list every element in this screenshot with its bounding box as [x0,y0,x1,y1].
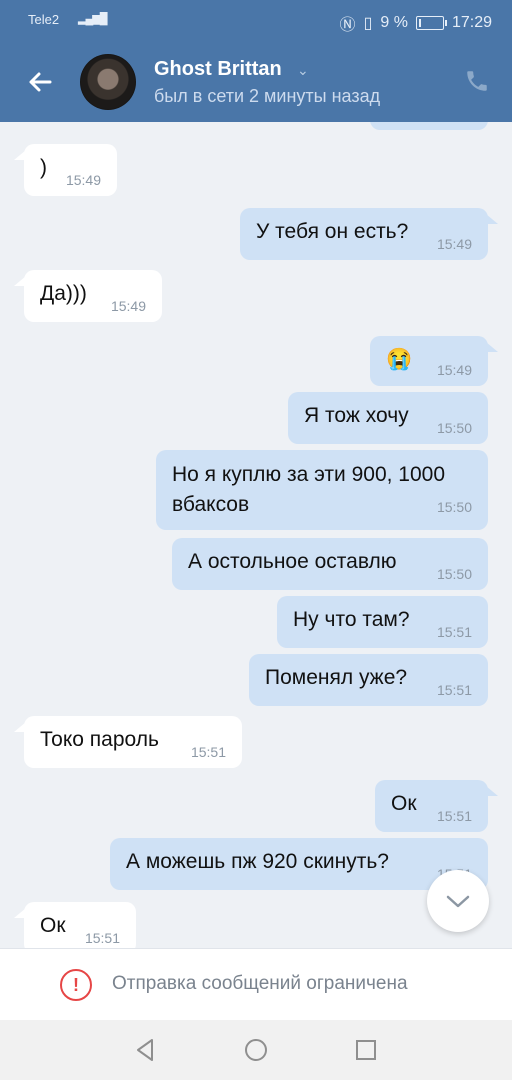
message-time: 15:50 [436,566,472,582]
last-seen-status: был в сети 2 минуты назад [154,86,381,106]
message-bubble[interactable]: Токо пароль 15:51 [14,716,242,768]
battery-icon [415,16,447,30]
message-time: 15:50 [436,420,472,436]
message-text: ) [40,156,47,179]
message-bubble[interactable]: 😭 15:49 [370,336,498,386]
warning-icon: ! [60,969,92,1001]
message-time: 15:49 [436,236,472,252]
restriction-text: Отправка сообщений ограничена [112,973,408,994]
message-text: Я тож хочу [304,404,409,427]
chevron-down-icon [446,895,470,908]
messaging-restricted-banner: ! Отправка сообщений ограничена [0,948,512,1021]
message-bubble[interactable]: Ок 15:51 [375,780,498,832]
message-list[interactable]: ) 15:49 У тебя он есть? 15:49 Да))) 15:4… [0,122,512,948]
message-text: Да))) [40,282,87,305]
chat-header: Ghost Brittan ⌄ был в сети 2 минуты наза… [0,40,512,122]
message-time: 15:49 [65,172,101,188]
message-time: 15:51 [436,624,472,640]
message-text: Поменял уже? [265,666,408,689]
message-bubble[interactable]: У тебя он есть? 15:49 [240,208,498,260]
message-text: Токо пароль [40,728,159,751]
crying-emoji: 😭 [386,348,413,371]
message-bubble[interactable]: А остольное оставлю 15:50 [172,538,488,590]
message-bubble[interactable]: Поменял уже? 15:51 [249,654,488,706]
signal-icon: ▂▄▆█ [78,13,107,25]
message-bubble[interactable]: Да))) 15:49 [14,270,162,322]
message-text: Ну что там? [293,608,410,631]
nav-recents-icon[interactable] [352,1036,380,1064]
message-text: Но я куплю за эти 900, 1000 вбаксов [172,463,451,516]
avatar[interactable] [80,54,136,110]
message-time: 15:50 [436,499,472,515]
contact-name[interactable]: Ghost Brittan [154,58,282,81]
message-text: Ок [391,792,417,815]
message-text: А остольное оставлю [188,550,397,573]
message-bubble[interactable]: ) 15:49 [14,144,117,196]
nav-back-icon[interactable] [132,1036,160,1064]
back-arrow-icon[interactable] [24,66,56,98]
scroll-to-bottom-button[interactable] [427,870,489,932]
message-text: А можешь пж 920 скинуть? [126,850,389,873]
nfc-icon: Ⓝ [339,17,356,34]
system-nav-bar [0,1020,512,1080]
message-time: 15:49 [110,298,146,314]
message-time: 15:49 [436,362,472,378]
message-bubble-partial [370,122,488,130]
message-bubble[interactable]: Ну что там? 15:51 [277,596,488,648]
vibrate-icon: ▯ [363,15,373,32]
message-time: 15:51 [190,744,226,760]
battery-percent: 9 % [380,14,408,31]
nav-home-icon[interactable] [242,1036,270,1064]
message-bubble[interactable]: Я тож хочу 15:50 [288,392,488,444]
message-time: 15:51 [436,808,472,824]
message-bubble[interactable]: Но я куплю за эти 900, 1000 вбаксов 15:5… [156,450,488,530]
phone-icon[interactable] [464,68,490,94]
message-text: У тебя он есть? [256,220,409,243]
status-bar: Tele2 ▂▄▆█ Ⓝ ▯ 9 % 17:29 [0,0,512,40]
message-bubble[interactable]: Ок 15:51 [14,902,136,948]
clock: 17:29 [451,14,492,31]
carrier-label: Tele2 [28,12,60,27]
chevron-down-icon[interactable]: ⌄ [297,62,309,79]
message-time: 15:51 [84,930,120,946]
message-time: 15:51 [436,682,472,698]
message-text: Ок [40,914,66,937]
